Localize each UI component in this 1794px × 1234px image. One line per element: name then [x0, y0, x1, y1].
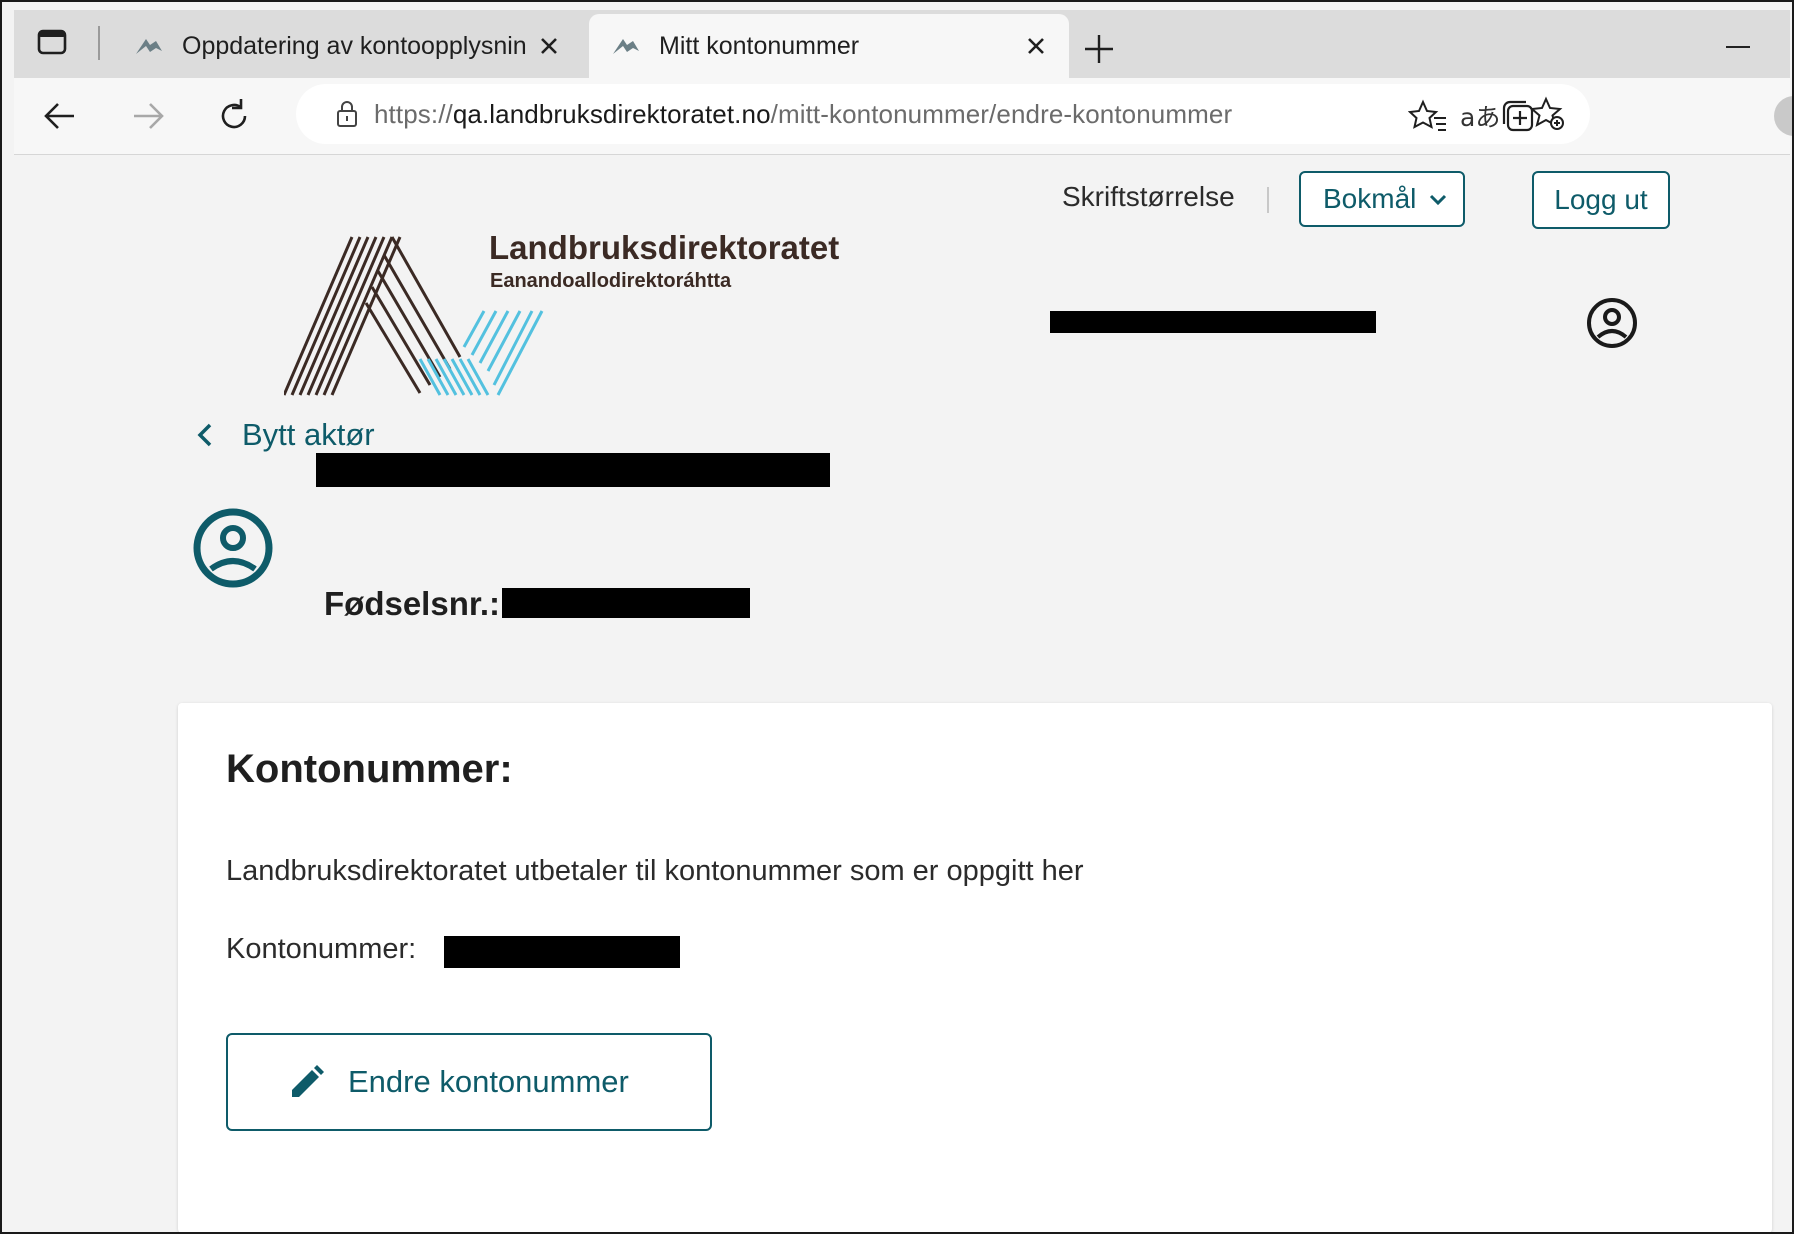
url-path: /mitt-kontonummer/endre-kontonummer — [770, 99, 1233, 129]
tab-divider — [98, 26, 100, 60]
account-description: Landbruksdirektoratet utbetaler til kont… — [226, 855, 1084, 887]
plus-icon[interactable] — [1082, 32, 1116, 66]
redacted-user-name — [1050, 311, 1376, 333]
url-scheme: https:// — [374, 99, 453, 129]
minimize-button[interactable] — [1726, 46, 1750, 48]
tab-oppdatering[interactable]: Oppdatering av kontoopplysning — [112, 14, 582, 78]
redacted-account-number — [444, 936, 680, 968]
account-heading: Kontonummer: — [226, 747, 513, 791]
tab-actions-icon[interactable] — [36, 26, 68, 58]
browser-window: Oppdatering av kontoopplysning Mitt kont… — [0, 0, 1794, 1234]
logo-subtitle: Eanandoallodirektoráhtta — [490, 270, 732, 292]
edit-account-button[interactable]: Endre kontonummer — [226, 1033, 712, 1131]
language-select[interactable]: Bokmål — [1299, 171, 1465, 227]
logout-button[interactable]: Logg ut — [1532, 171, 1670, 229]
read-aloud-icon[interactable]: aあ — [1460, 98, 1500, 134]
chevron-left-icon — [197, 423, 212, 447]
chevron-down-icon — [1429, 194, 1447, 206]
birth-number-label: Fødselsnr.: — [324, 585, 501, 622]
close-icon[interactable] — [1021, 31, 1051, 61]
favicon-icon — [136, 39, 162, 54]
favorites-icon[interactable] — [1408, 96, 1448, 136]
url-field[interactable]: https://qa.landbruksdirektoratet.no/mitt… — [296, 84, 1590, 144]
tab-mitt-kontonummer[interactable]: Mitt kontonummer — [589, 14, 1069, 78]
logo-title: Landbruksdirektoratet — [489, 229, 840, 266]
tab-strip: Oppdatering av kontoopplysning Mitt kont… — [14, 10, 1790, 78]
user-circle-icon — [193, 508, 273, 588]
close-icon[interactable] — [534, 31, 564, 61]
redacted-actor-name — [316, 453, 830, 487]
profile-avatar[interactable] — [1774, 96, 1792, 136]
url-text: https://qa.landbruksdirektoratet.no/mitt… — [374, 99, 1232, 130]
back-arrow-icon[interactable] — [40, 96, 80, 136]
edit-account-label: Endre kontonummer — [348, 1064, 629, 1099]
tab-title: Mitt kontonummer — [659, 31, 860, 60]
font-size-link[interactable]: Skriftstørrelse — [1062, 181, 1235, 213]
url-host: qa.landbruksdirektoratet.no — [452, 99, 771, 129]
pencil-icon — [292, 1065, 324, 1097]
account-card: Kontonummer: Landbruksdirektoratet utbet… — [178, 703, 1772, 1232]
page-content: Skriftstørrelse Bokmål Logg ut Landbruks… — [14, 155, 1790, 1232]
favicon-icon — [613, 39, 639, 54]
header-divider — [1267, 187, 1269, 213]
lock-icon[interactable] — [332, 98, 362, 130]
collections-icon[interactable] — [1498, 96, 1538, 136]
switch-actor-link[interactable]: Bytt aktør — [194, 411, 375, 459]
language-selected: Bokmål — [1323, 183, 1417, 214]
account-number-label: Kontonummer: — [226, 933, 417, 965]
address-bar-row: https://qa.landbruksdirektoratet.no/mitt… — [14, 78, 1792, 155]
user-circle-icon[interactable] — [1584, 295, 1640, 351]
forward-arrow-icon — [134, 103, 164, 129]
switch-actor-label: Bytt aktør — [242, 417, 375, 452]
tab-title: Oppdatering av kontoopplysning — [182, 31, 526, 60]
redacted-birth-number — [502, 588, 750, 618]
refresh-icon[interactable] — [214, 96, 254, 136]
